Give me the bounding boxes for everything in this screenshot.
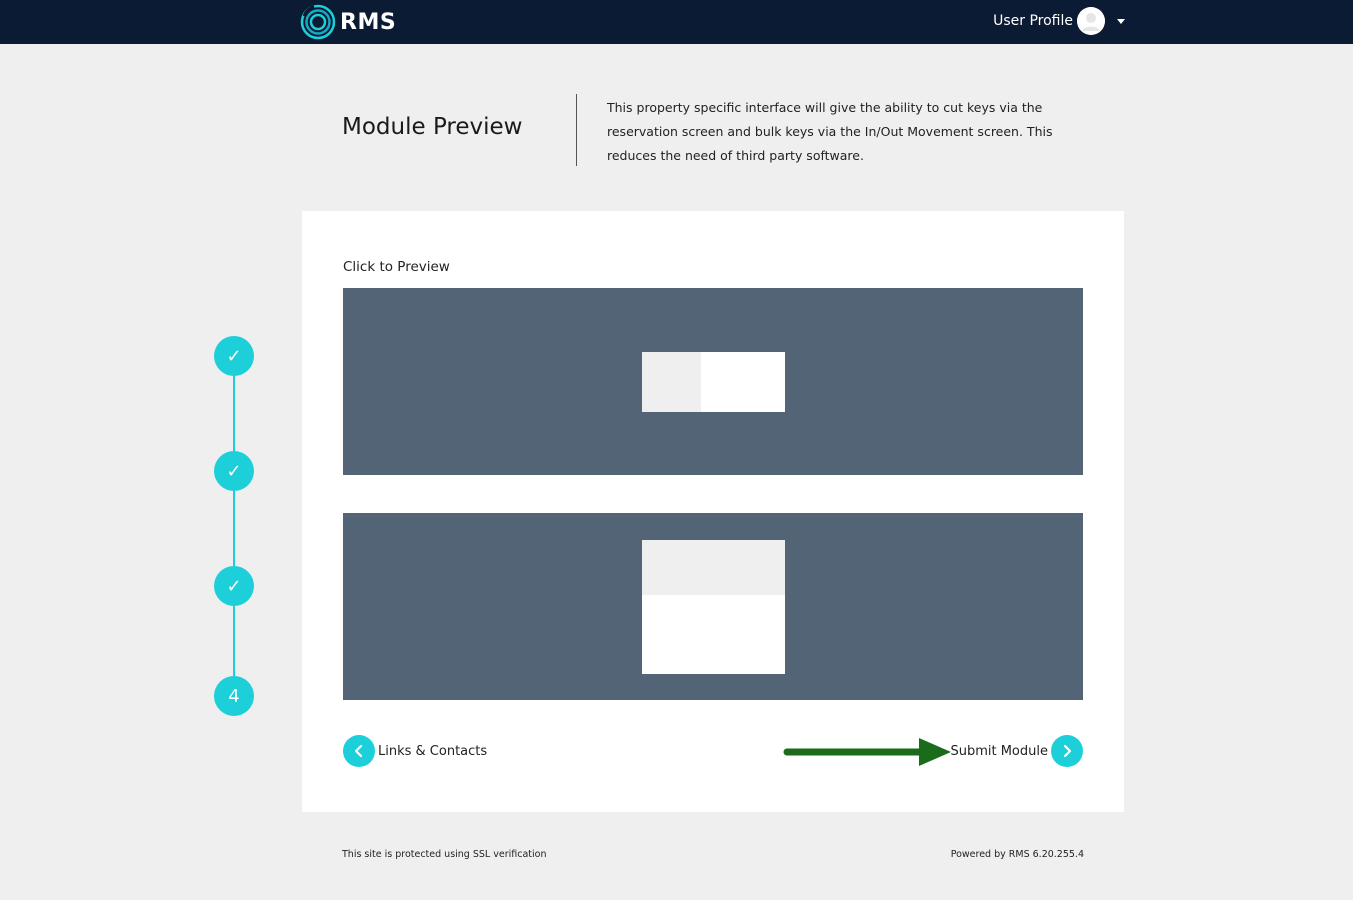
step-4-current[interactable]: 4 — [214, 676, 254, 716]
layout-preview-topbar-icon — [642, 540, 785, 674]
preview-panel-horizontal[interactable] — [343, 288, 1083, 475]
step-1-complete[interactable]: ✓ — [214, 336, 254, 376]
chevron-down-icon[interactable] — [1117, 18, 1125, 24]
chevron-right-icon[interactable] — [1051, 735, 1083, 767]
layout-preview-sidebar — [642, 352, 701, 412]
module-description: This property specific interface will gi… — [607, 100, 1053, 163]
submit-module-label[interactable]: Submit Module — [950, 744, 1048, 759]
user-profile-menu[interactable]: User Profile — [993, 6, 1125, 36]
powered-by: Powered by RMS 6.20.255.4 — [950, 849, 1084, 860]
progress-stepper: ✓ ✓ ✓ 4 — [214, 336, 254, 716]
layout-preview-topbar — [642, 540, 785, 595]
page-header: Module Preview This property specific in… — [342, 94, 1082, 166]
step-3-complete[interactable]: ✓ — [214, 566, 254, 606]
layout-preview-sidebar-icon — [642, 352, 785, 412]
preview-panel-vertical[interactable] — [343, 513, 1083, 700]
ssl-notice: This site is protected using SSL verific… — [342, 849, 547, 860]
checkmark-icon: ✓ — [226, 345, 242, 367]
checkmark-icon: ✓ — [226, 460, 242, 482]
stepper-line — [233, 356, 235, 696]
page-title: Module Preview — [342, 114, 523, 140]
avatar-icon — [1077, 7, 1105, 35]
chevron-left-icon[interactable] — [343, 735, 375, 767]
rms-logo[interactable]: RMS — [300, 3, 396, 41]
module-preview-card: Click to Preview Links & Contacts Submit… — [302, 211, 1124, 812]
logo-text: RMS — [340, 9, 397, 35]
step-number: 4 — [228, 685, 240, 707]
submit-module-button[interactable]: Submit Module — [950, 735, 1083, 767]
preview-label: Click to Preview — [343, 259, 450, 275]
back-button[interactable]: Links & Contacts — [343, 735, 487, 767]
annotation-arrow-icon — [783, 738, 951, 766]
top-navigation-bar: RMS User Profile — [0, 0, 1353, 44]
back-button-label[interactable]: Links & Contacts — [378, 744, 487, 759]
checkmark-icon: ✓ — [226, 575, 242, 597]
step-2-complete[interactable]: ✓ — [214, 451, 254, 491]
user-profile-label: User Profile — [993, 13, 1073, 29]
rms-logo-icon — [300, 4, 336, 40]
header-divider — [576, 94, 577, 166]
